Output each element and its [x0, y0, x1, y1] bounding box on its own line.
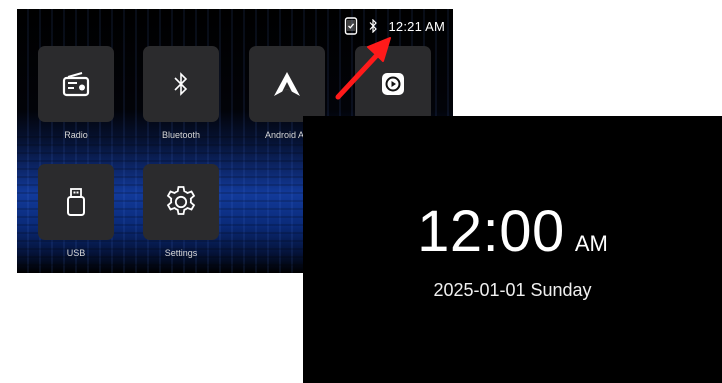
tile-box	[355, 46, 431, 122]
tile-box	[38, 164, 114, 240]
bluetooth-icon	[174, 72, 188, 96]
usb-icon	[67, 188, 85, 216]
clock-screen: 12:00 AM 2025-01-01 Sunday	[303, 116, 722, 383]
radio-icon	[62, 72, 90, 97]
tile-box	[38, 46, 114, 122]
android-auto-icon	[274, 72, 300, 96]
phone-icon	[345, 17, 358, 35]
app-label: USB	[66, 248, 86, 258]
app-label: Settings	[164, 248, 198, 258]
app-tile-radio[interactable]: Radio	[38, 46, 114, 140]
app-tile-settings[interactable]: Settings	[143, 164, 219, 258]
gear-icon	[166, 186, 196, 215]
clock-date: 2025-01-01 Sunday	[433, 280, 592, 300]
app-label: Bluetooth	[161, 130, 201, 140]
status-bar: 12:21 AM	[344, 17, 445, 35]
bluetooth-icon	[370, 19, 378, 33]
tile-box	[143, 46, 219, 122]
app-label: Radio	[64, 130, 88, 140]
carplay-icon	[382, 73, 404, 95]
tile-box	[143, 164, 219, 240]
tile-box	[249, 46, 325, 122]
clock-time-row: 12:00 AM	[303, 198, 722, 265]
status-time: 12:21 AM	[388, 18, 445, 34]
clock-time: 12:00	[417, 199, 565, 264]
app-tile-usb[interactable]: USB	[38, 164, 114, 258]
app-tile-bluetooth[interactable]: Bluetooth	[143, 46, 219, 140]
clock-ampm: AM	[574, 231, 608, 256]
